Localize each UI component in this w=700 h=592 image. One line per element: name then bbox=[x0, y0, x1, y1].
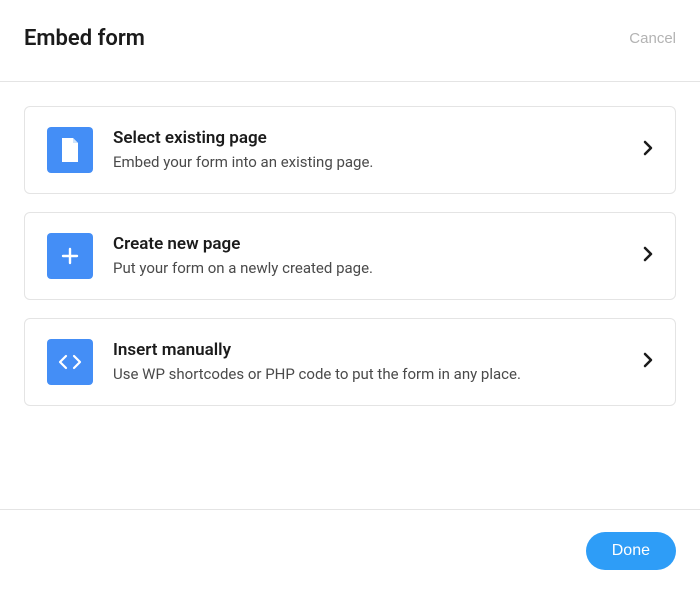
option-text: Create new page Put your form on a newly… bbox=[113, 234, 615, 279]
option-select-existing-page[interactable]: Select existing page Embed your form int… bbox=[24, 106, 676, 194]
cancel-button[interactable]: Cancel bbox=[629, 30, 676, 47]
modal-header: Embed form Cancel bbox=[0, 0, 700, 82]
option-title: Create new page bbox=[113, 234, 615, 254]
option-text: Select existing page Embed your form int… bbox=[113, 128, 615, 173]
option-subtitle: Put your form on a newly created page. bbox=[113, 259, 615, 279]
option-subtitle: Embed your form into an existing page. bbox=[113, 153, 615, 173]
option-insert-manually[interactable]: Insert manually Use WP shortcodes or PHP… bbox=[24, 318, 676, 406]
chevron-right-icon bbox=[643, 140, 653, 160]
page-title: Embed form bbox=[24, 26, 145, 51]
chevron-right-icon bbox=[643, 246, 653, 266]
option-title: Select existing page bbox=[113, 128, 615, 148]
option-create-new-page[interactable]: Create new page Put your form on a newly… bbox=[24, 212, 676, 300]
modal-footer: Done bbox=[0, 509, 700, 592]
plus-icon bbox=[47, 233, 93, 279]
done-button[interactable]: Done bbox=[586, 532, 676, 570]
option-subtitle: Use WP shortcodes or PHP code to put the… bbox=[113, 365, 615, 385]
code-icon bbox=[47, 339, 93, 385]
option-text: Insert manually Use WP shortcodes or PHP… bbox=[113, 340, 615, 385]
options-list: Select existing page Embed your form int… bbox=[0, 82, 700, 430]
option-title: Insert manually bbox=[113, 340, 615, 360]
chevron-right-icon bbox=[643, 352, 653, 372]
page-icon bbox=[47, 127, 93, 173]
